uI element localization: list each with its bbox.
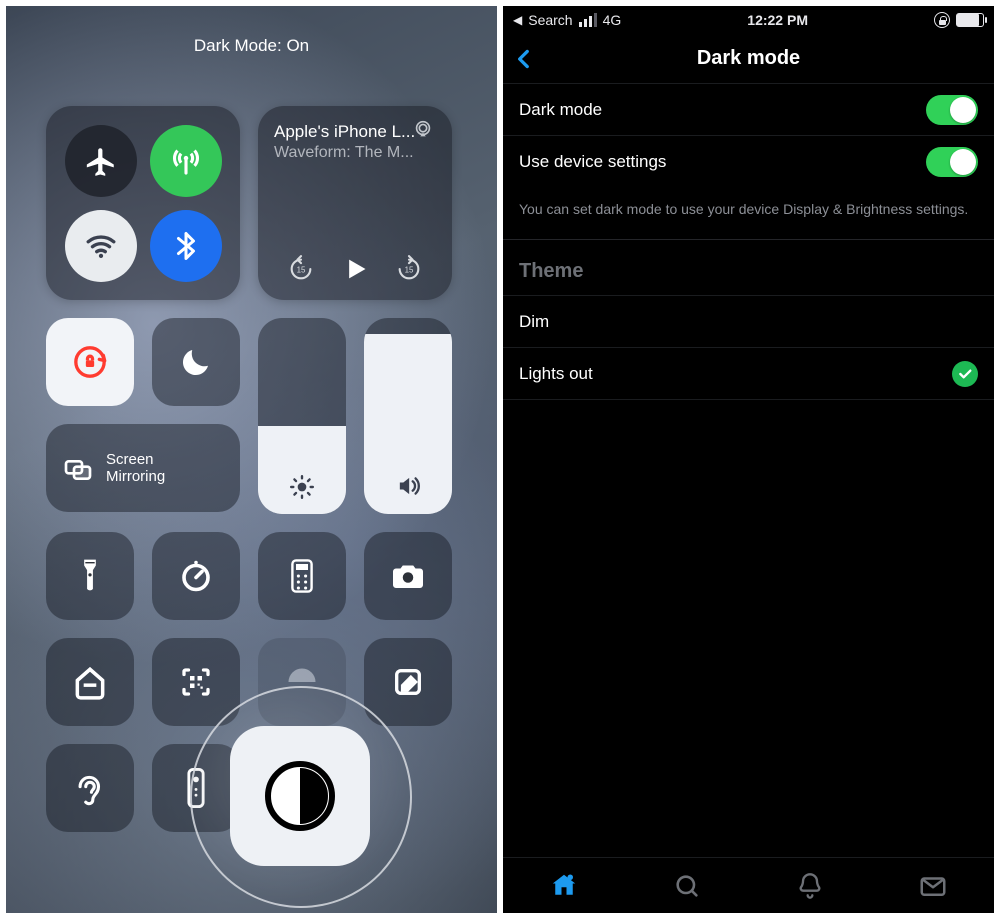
home-icon — [549, 871, 579, 901]
svg-text:15: 15 — [405, 266, 414, 275]
tab-home[interactable] — [503, 858, 626, 913]
skip-back-15-button[interactable]: 15 — [287, 255, 315, 288]
home-button[interactable] — [46, 638, 134, 726]
skip-forward-15-button[interactable]: 15 — [395, 255, 423, 288]
volume-slider[interactable] — [364, 318, 452, 514]
wifi-button[interactable] — [65, 210, 137, 282]
remote-button[interactable] — [152, 744, 240, 832]
back-button[interactable] — [511, 34, 537, 83]
timer-button[interactable] — [152, 532, 240, 620]
dark-mode-label: Dark mode — [519, 100, 926, 120]
screen-mirroring-button[interactable]: Screen Mirroring — [46, 424, 240, 512]
signal-bars-icon — [579, 13, 597, 27]
home-icon — [71, 663, 109, 701]
skip-back-icon: 15 — [287, 255, 315, 283]
bell-icon — [796, 872, 824, 900]
ear-icon — [73, 768, 107, 808]
volume-icon — [364, 472, 452, 500]
rotation-lock-icon — [70, 342, 110, 382]
timer-icon — [178, 558, 214, 594]
back-to-app-label[interactable]: Search — [528, 12, 572, 28]
use-device-settings-switch[interactable] — [926, 147, 978, 177]
bluetooth-button[interactable] — [150, 210, 222, 282]
clock-label: 12:22 PM — [747, 12, 808, 28]
play-icon — [341, 255, 369, 283]
theme-option-lights-out[interactable]: Lights out — [503, 348, 994, 400]
dark-mode-toggle-button[interactable] — [230, 726, 370, 866]
cellular-antenna-icon — [169, 144, 203, 178]
use-device-settings-note: You can set dark mode to use your device… — [503, 188, 994, 240]
theme-option-label: Dim — [519, 312, 978, 332]
cellular-data-button[interactable] — [150, 125, 222, 197]
airplane-mode-button[interactable] — [65, 125, 137, 197]
dark-mode-switch[interactable] — [926, 95, 978, 125]
do-not-disturb-button[interactable] — [152, 318, 240, 406]
svg-text:15: 15 — [297, 266, 306, 275]
qr-icon — [178, 664, 214, 700]
rotation-lock-button[interactable] — [46, 318, 134, 406]
calculator-button[interactable] — [258, 532, 346, 620]
tab-messages[interactable] — [871, 858, 994, 913]
remote-icon — [187, 768, 205, 808]
hearing-button[interactable] — [46, 744, 134, 832]
tab-search[interactable] — [626, 858, 749, 913]
theme-option-dim[interactable]: Dim — [503, 296, 994, 348]
envelope-icon — [918, 871, 948, 901]
network-type-label: 4G — [603, 12, 622, 28]
chevron-left-icon — [511, 46, 537, 72]
media-subtitle: Waveform: The M... — [274, 144, 436, 162]
media-module[interactable]: Apple's iPhone L... Waveform: The M... 1… — [258, 106, 452, 300]
rotation-lock-status-icon — [934, 12, 950, 28]
status-bar: ◀ Search 4G 12:22 PM — [503, 6, 994, 34]
tab-notifications[interactable] — [749, 858, 872, 913]
page-title: Dark mode — [697, 47, 800, 70]
connectivity-module[interactable] — [46, 106, 240, 300]
back-to-app-icon[interactable]: ◀ — [513, 13, 522, 27]
selected-check-icon — [952, 361, 978, 387]
moon-icon — [178, 344, 214, 380]
person-circle-icon — [284, 664, 320, 700]
camera-icon — [389, 561, 427, 591]
dark-mode-row[interactable]: Dark mode — [503, 84, 994, 136]
airplane-icon — [84, 144, 118, 178]
brightness-slider[interactable] — [258, 318, 346, 514]
play-button[interactable] — [341, 255, 369, 288]
qr-scanner-button[interactable] — [152, 638, 240, 726]
screen-mirroring-icon — [62, 452, 94, 484]
note-icon — [391, 665, 425, 699]
bluetooth-icon — [171, 231, 201, 261]
search-icon — [673, 872, 701, 900]
theme-option-label: Lights out — [519, 364, 952, 384]
notes-button[interactable] — [364, 638, 452, 726]
use-device-settings-label: Use device settings — [519, 152, 926, 172]
battery-icon — [956, 13, 984, 27]
brightness-icon — [258, 474, 346, 500]
flashlight-icon — [76, 556, 104, 596]
use-device-settings-row[interactable]: Use device settings — [503, 136, 994, 188]
flashlight-button[interactable] — [46, 532, 134, 620]
dark-mode-status-label: Dark Mode: On — [46, 36, 457, 56]
dark-mode-icon — [265, 761, 335, 831]
settings-panel: ◀ Search 4G 12:22 PM Dark mode Dark mode… — [500, 0, 1000, 919]
calculator-icon — [287, 558, 317, 594]
tab-bar — [503, 857, 994, 913]
accessibility-zoom-button[interactable] — [258, 638, 346, 726]
airplay-icon[interactable] — [412, 118, 434, 145]
control-center-panel: Dark Mode: On — [0, 0, 500, 919]
nav-bar: Dark mode — [503, 34, 994, 84]
screen-mirroring-label: Screen Mirroring — [106, 451, 165, 486]
skip-forward-icon: 15 — [395, 255, 423, 283]
camera-button[interactable] — [364, 532, 452, 620]
wifi-icon — [84, 229, 118, 263]
theme-section-header: Theme — [503, 240, 994, 296]
